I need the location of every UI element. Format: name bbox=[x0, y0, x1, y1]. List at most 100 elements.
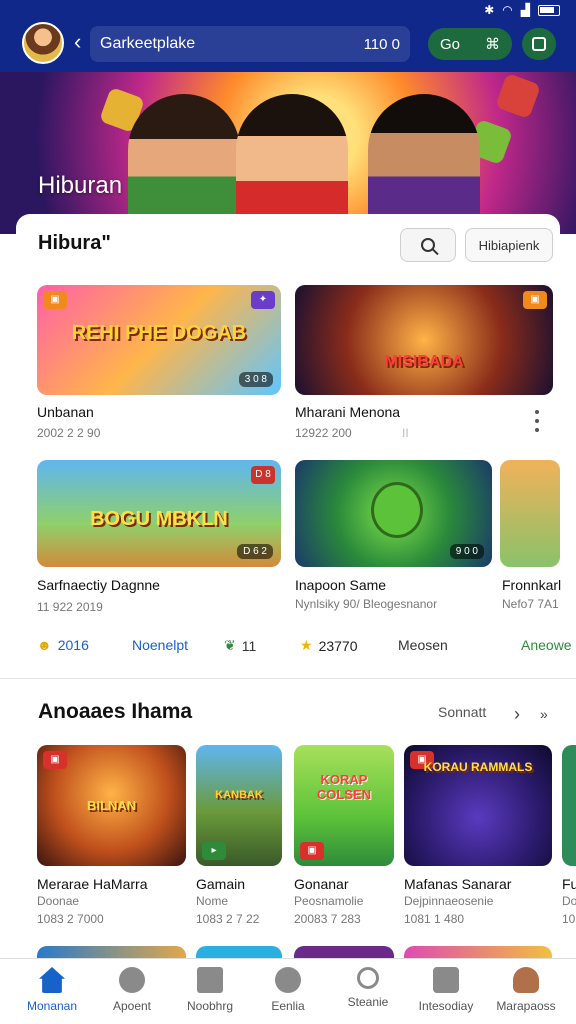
search-value: Garkeetplake bbox=[100, 35, 196, 52]
stat-rating[interactable]: ★ 23770 bbox=[300, 637, 358, 654]
game-title[interactable]: Inapoon Same bbox=[295, 577, 492, 593]
section-title: Hibura" bbox=[38, 232, 111, 254]
game-title[interactable]: Fronnkarl bbox=[502, 577, 562, 593]
game-meta: Dejpinnaeosenie bbox=[404, 894, 494, 908]
game-meta: Do bbox=[562, 894, 576, 908]
see-all-link[interactable]: Sonnatt bbox=[438, 704, 486, 720]
search-input[interactable]: Garkeetplake 110 0 bbox=[90, 26, 410, 62]
stat-likes[interactable]: ☻ 2016 bbox=[37, 637, 89, 653]
add-icon bbox=[275, 967, 301, 993]
hot-badge-icon: ▣ bbox=[300, 842, 324, 860]
scan-button[interactable] bbox=[522, 28, 556, 60]
game-meta-extra: II bbox=[402, 426, 409, 440]
search-icon bbox=[357, 967, 379, 989]
nav-item-add[interactable]: Eenlia bbox=[248, 959, 328, 1024]
back-icon[interactable]: ‹ bbox=[74, 30, 81, 54]
game-meta: 2002 2 2 90 bbox=[37, 426, 101, 440]
stat-value: 2016 bbox=[57, 637, 89, 653]
home-icon bbox=[39, 967, 65, 993]
nav-item-chat[interactable]: Intesodiay bbox=[406, 959, 486, 1024]
go-button[interactable]: Go ⌘ bbox=[428, 28, 512, 60]
game-title[interactable]: Merarae HaMarra bbox=[37, 876, 187, 892]
stat-value: 23770 bbox=[318, 637, 358, 654]
toy-icon bbox=[494, 72, 542, 120]
game-card-image[interactable]: ▣ ✦ REHI PHE DOGAB 3 0 8 bbox=[37, 285, 281, 395]
game-title[interactable]: Gonanar bbox=[294, 876, 398, 892]
game-tag: 9 0 0 bbox=[449, 544, 484, 559]
game-meta: 20083 7 283 bbox=[294, 912, 361, 926]
hot-badge-icon: D 8 bbox=[251, 466, 275, 484]
stat-new[interactable]: Aneowe bbox=[521, 637, 572, 653]
section-title: Anoaaes Ihama bbox=[38, 700, 193, 723]
game-art-title: KORAU RAMMALS bbox=[423, 759, 533, 774]
stat-leaf[interactable]: ❦ 11 bbox=[224, 637, 256, 654]
nav-item-folder[interactable]: Noobhrg bbox=[170, 959, 250, 1024]
hero-character bbox=[128, 94, 240, 234]
controller-icon: ⌘ bbox=[485, 36, 500, 53]
game-card-image[interactable]: KORAP COLSEN ▣ bbox=[294, 745, 394, 866]
game-title[interactable]: Unbanan bbox=[37, 404, 277, 420]
nav-label: Marapaoss bbox=[496, 999, 556, 1013]
game-card-image[interactable]: ▣ MISIBADA bbox=[295, 285, 553, 395]
smile-icon: ☻ bbox=[37, 637, 52, 653]
stat-value: 11 bbox=[241, 637, 257, 654]
hot-badge-icon: ▣ bbox=[523, 291, 547, 309]
hot-badge-icon: ▣ bbox=[43, 291, 67, 309]
search-count: 110 0 bbox=[363, 35, 400, 53]
stat-season[interactable]: Meosen bbox=[398, 637, 448, 653]
nav-label: Eenlia bbox=[271, 999, 305, 1013]
game-card-image[interactable]: 9 0 0 bbox=[295, 460, 492, 567]
star-icon: ★ bbox=[300, 637, 313, 653]
game-card-image[interactable]: ▣ BILNAN bbox=[37, 745, 186, 866]
nav-item-profile[interactable]: Marapaoss bbox=[486, 959, 566, 1024]
hot-badge-icon: ▣ bbox=[43, 751, 67, 769]
game-title[interactable]: Mafanas Sanarar bbox=[404, 876, 554, 892]
nav-item-apps[interactable]: Apoent bbox=[92, 959, 172, 1024]
game-meta: Nefo7 7A1 bbox=[502, 597, 559, 611]
hero-banner[interactable]: Hiburan bbox=[0, 72, 576, 234]
stat-link[interactable]: Noenelpt bbox=[132, 637, 188, 653]
game-meta: 10 bbox=[562, 912, 576, 926]
game-meta: 1083 2 7000 bbox=[37, 912, 104, 926]
game-card-image[interactable]: D 8 BOGU MBKLN D 6 2 bbox=[37, 460, 281, 567]
game-title[interactable]: Gamain bbox=[196, 876, 286, 892]
double-chevron-icon[interactable]: » bbox=[540, 706, 548, 722]
game-title[interactable]: Sarfnaectiy Dagnne bbox=[37, 577, 277, 593]
leaf-icon: ❦ bbox=[224, 637, 236, 653]
profile-icon bbox=[513, 967, 539, 993]
chevron-right-icon[interactable]: › bbox=[514, 704, 520, 725]
nav-item-search[interactable]: Steanie bbox=[328, 959, 408, 1024]
game-meta: 11 922 2019 bbox=[37, 600, 103, 614]
game-tag: D 6 2 bbox=[237, 544, 273, 559]
game-title[interactable]: Mharani Menona bbox=[295, 404, 515, 420]
filter-button[interactable]: Hibiapienk bbox=[465, 228, 553, 262]
game-art-title: BILNAN bbox=[86, 798, 137, 814]
game-card-image[interactable]: ▣ KORAU RAMMALS bbox=[404, 745, 552, 866]
game-meta: 1083 2 7 22 bbox=[196, 912, 260, 926]
bluetooth-icon: ✱ bbox=[484, 3, 495, 17]
bottom-navigation: Monanan Apoent Noobhrg Eenlia Steanie In… bbox=[0, 958, 576, 1024]
game-art-title: BOGU MBKLN bbox=[90, 508, 228, 531]
game-meta: Peosnamolie bbox=[294, 894, 364, 908]
status-bar: ✱ ◠ ▟ bbox=[484, 2, 560, 18]
wifi-icon: ◠ bbox=[502, 3, 513, 17]
play-icon: ▸ bbox=[202, 842, 226, 860]
nav-label: Monanan bbox=[26, 999, 78, 1013]
game-art-title: KORAP COLSEN bbox=[316, 771, 372, 802]
game-meta: 1081 1 480 bbox=[404, 912, 465, 926]
scan-icon bbox=[532, 37, 546, 51]
game-title[interactable]: Fu bbox=[562, 876, 576, 892]
tag-icon: ✦ bbox=[251, 291, 275, 309]
search-button[interactable] bbox=[400, 228, 456, 262]
game-meta: Doonae bbox=[37, 894, 80, 908]
more-options-icon[interactable] bbox=[534, 410, 540, 432]
game-card-image[interactable] bbox=[562, 745, 576, 866]
game-card-image[interactable] bbox=[500, 460, 560, 567]
nav-item-home[interactable]: Monanan bbox=[12, 959, 92, 1024]
section-divider bbox=[0, 678, 576, 679]
hero-character bbox=[368, 94, 480, 234]
nav-label: Noobhrg bbox=[186, 999, 234, 1013]
avatar[interactable] bbox=[22, 22, 64, 64]
game-card-image[interactable]: KANBAK ▸ bbox=[196, 745, 282, 866]
chat-icon bbox=[433, 967, 459, 993]
